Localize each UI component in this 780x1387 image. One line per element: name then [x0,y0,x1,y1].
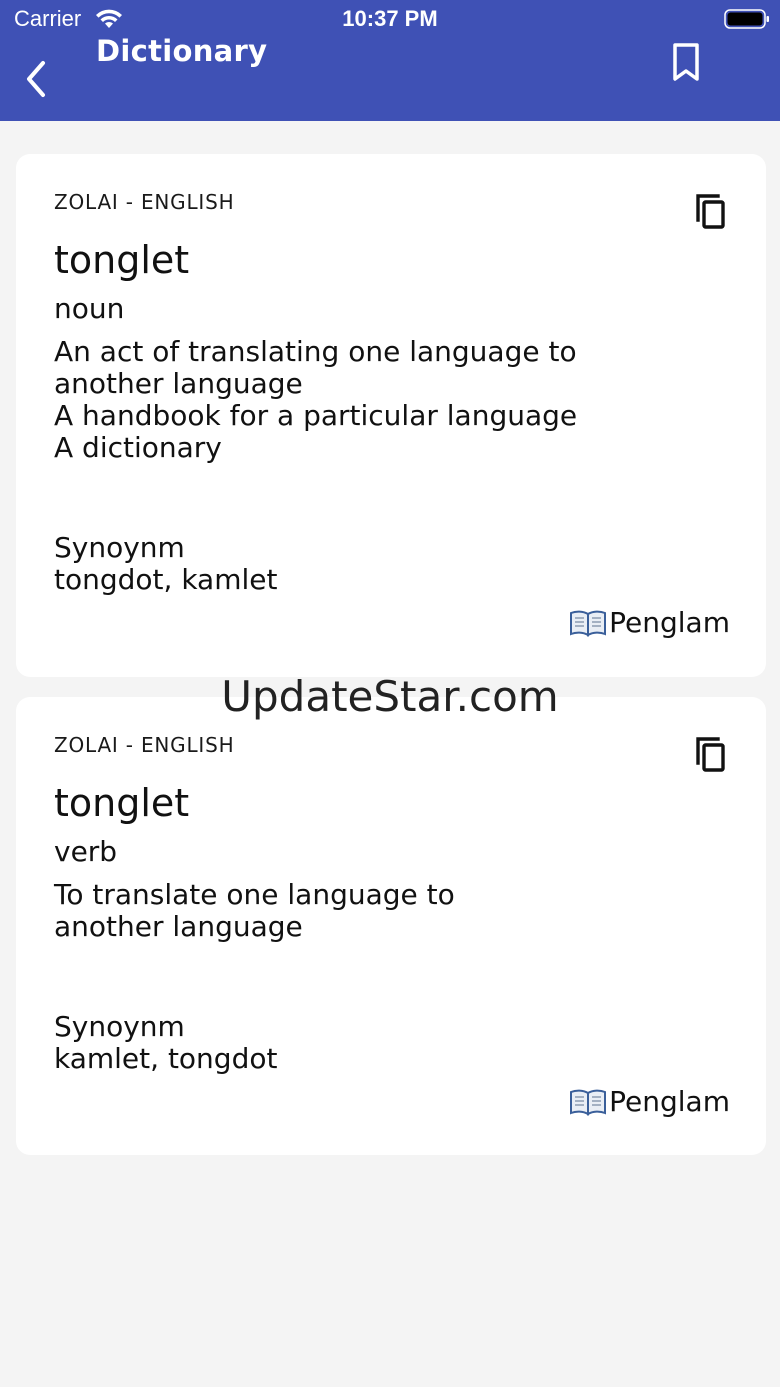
entry-source: Penglam [569,606,730,639]
entry-card: ZOLAI - ENGLISH tonglet verb To translat… [16,697,766,1155]
definition-list: An act of translating one language to an… [54,336,694,464]
synonym-label: Synoynm [54,531,185,564]
back-button[interactable] [16,56,56,102]
app-header: Carrier 10:37 PM Dictionary [0,0,780,121]
definition: A handbook for a particular language [54,399,578,432]
copy-button[interactable] [692,190,730,232]
entry-word: tonglet [54,238,190,282]
definition-list: To translate one language to another lan… [54,879,524,943]
part-of-speech: verb [54,835,118,868]
synonym-list: kamlet, tongdot [54,1042,278,1075]
source-label: Penglam [609,606,730,639]
chevron-left-icon [27,61,45,97]
part-of-speech: noun [54,292,125,325]
source-label: Penglam [609,1085,730,1118]
copy-button[interactable] [692,733,730,775]
definition: An act of translating one language to an… [54,335,577,400]
page-title: Dictionary [96,34,268,68]
open-book-icon [570,610,607,637]
status-time: 10:37 PM [342,6,438,31]
bookmark-icon [673,43,699,81]
battery-icon [724,9,769,29]
bookmark-button[interactable] [664,38,708,86]
entry-source: Penglam [569,1085,730,1118]
copy-icon [696,737,725,772]
definition: To translate one language to another lan… [54,878,455,943]
open-book-icon [570,1089,607,1116]
synonym-label: Synoynm [54,1010,185,1043]
synonym-list: tongdot, kamlet [54,563,278,596]
language-pair: ZOLAI - ENGLISH [54,190,235,214]
entry-card: ZOLAI - ENGLISH tonglet noun An act of t… [16,154,766,677]
definition: A dictionary [54,431,222,464]
copy-icon [696,194,725,229]
entry-word: tonglet [54,781,190,825]
language-pair: ZOLAI - ENGLISH [54,733,235,757]
